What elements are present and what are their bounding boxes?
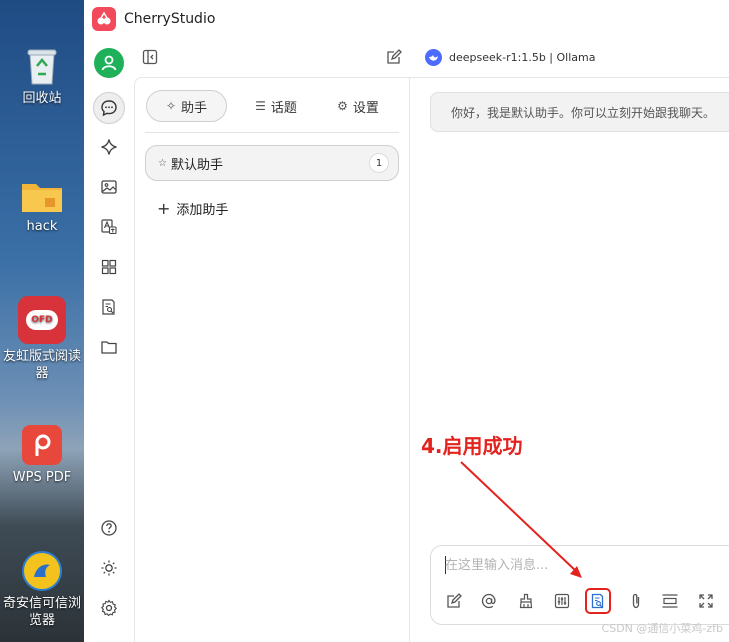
desktop-icon-label: hack — [26, 219, 58, 234]
ofd-badge: OFD — [26, 310, 58, 330]
annotation-arrow — [460, 461, 582, 578]
desktop-icon-label: 奇安信可信浏览器 — [2, 596, 81, 628]
desktop-icon-recycle-bin[interactable]: 回收站 — [0, 46, 84, 107]
wps-pdf-icon — [22, 425, 62, 465]
watermark: CSDN @通信小菜鸡-zfb — [601, 622, 723, 635]
desktop: 回收站 hack OFD 友虹版式阅读器 WPS PDF 奇安信可信浏览器 — [0, 0, 84, 642]
desktop-icon-label: WPS PDF — [12, 470, 72, 485]
cherry-studio-window: CherryStudio deepseek-r1:1.5b | Ollama ✧… — [84, 0, 729, 642]
desktop-icon-qianxin-browser[interactable]: 奇安信可信浏览器 — [0, 551, 84, 629]
desktop-icon-label: 友虹版式阅读器 — [2, 349, 81, 381]
ofd-reader-icon: OFD — [18, 296, 66, 344]
folder-icon — [0, 178, 84, 214]
desktop-icon-wps-pdf[interactable]: WPS PDF — [0, 425, 84, 486]
desktop-icon-hack[interactable]: hack — [0, 178, 84, 235]
desktop-icon-ofd-reader[interactable]: OFD 友虹版式阅读器 — [0, 296, 84, 382]
recycle-bin-icon — [0, 46, 84, 86]
desktop-icon-label: 回收站 — [22, 91, 62, 106]
browser-icon — [22, 551, 62, 591]
